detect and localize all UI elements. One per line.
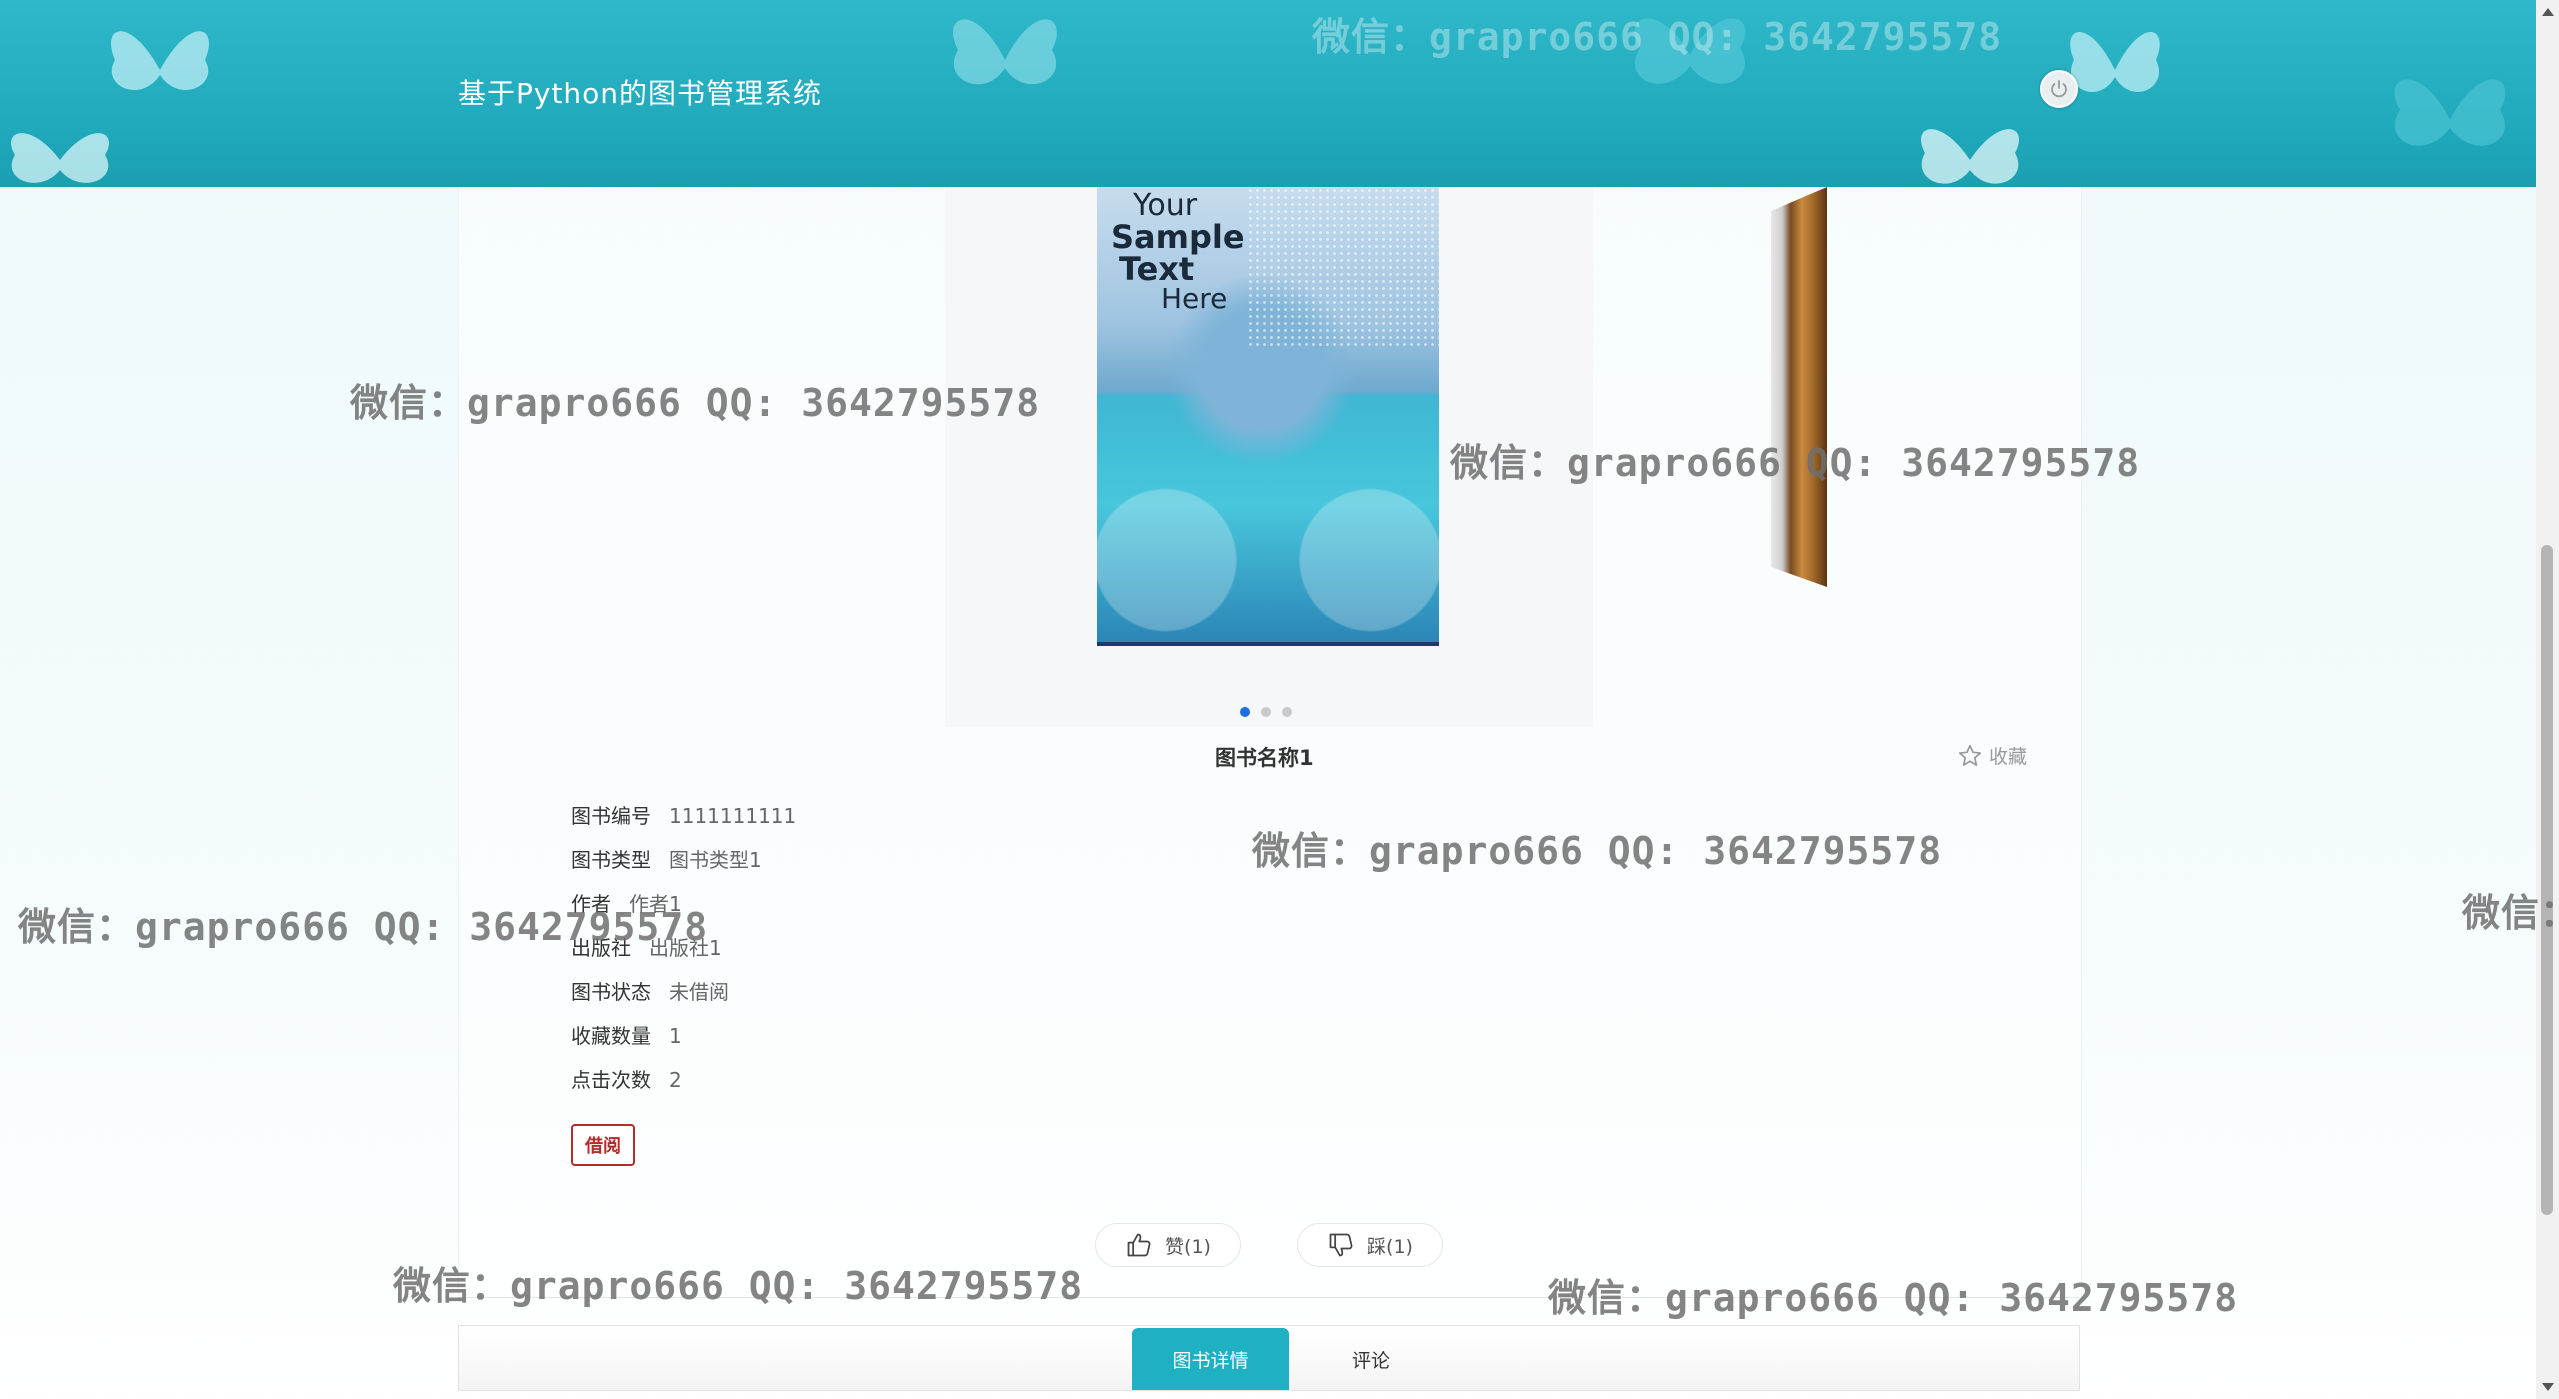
info-label: 图书类型 bbox=[571, 848, 651, 872]
cover-map-pattern bbox=[1247, 187, 1439, 347]
like-button[interactable]: 赞(1) bbox=[1095, 1223, 1241, 1267]
watermark: 微信：grapro666 QQ: 3642795578 bbox=[18, 905, 709, 949]
scroll-up-arrow[interactable] bbox=[2542, 8, 2554, 16]
thumbs-down-icon bbox=[1329, 1233, 1353, 1257]
like-label: 赞(1) bbox=[1165, 1235, 1211, 1258]
info-value: 图书类型1 bbox=[669, 848, 762, 872]
info-row: 图书类型 图书类型1 bbox=[571, 844, 762, 873]
info-value: 1 bbox=[669, 1024, 682, 1048]
favorite-label: 收藏 bbox=[1989, 746, 2028, 768]
cover-text-line: Here bbox=[1161, 282, 1228, 315]
info-row: 点击次数 2 bbox=[571, 1064, 682, 1093]
borrow-button[interactable]: 借阅 bbox=[571, 1124, 635, 1166]
info-row: 图书编号 1111111111 bbox=[571, 800, 796, 829]
carousel-dot[interactable] bbox=[1261, 707, 1271, 717]
cover-text-line: Sample bbox=[1111, 218, 1245, 256]
power-icon bbox=[2051, 80, 2067, 98]
info-value: 2 bbox=[669, 1068, 682, 1092]
book-cover-image[interactable]: Your Sample Text Here bbox=[1097, 187, 1439, 646]
watermark: 微信：grapro666 QQ: 3642795578 bbox=[1312, 15, 2003, 59]
info-label: 图书状态 bbox=[571, 980, 651, 1004]
info-label: 点击次数 bbox=[571, 1068, 651, 1092]
butterfly-decoration-icon bbox=[111, 31, 209, 91]
page-scrollbar[interactable] bbox=[2536, 0, 2559, 1399]
watermark: 微信：grapro666 QQ: 3642795578 bbox=[1450, 441, 2141, 485]
tab-comments[interactable]: 评论 bbox=[1321, 1328, 1421, 1390]
next-slide-preview[interactable] bbox=[1771, 187, 1827, 587]
scroll-thumb[interactable] bbox=[2541, 545, 2553, 1215]
butterfly-decoration-icon bbox=[1921, 129, 2019, 184]
watermark: 微信：grapro666 QQ: 3642795578 bbox=[1252, 829, 1943, 873]
dislike-label: 踩(1) bbox=[1367, 1235, 1413, 1258]
watermark: 微信：grapro666 QQ: 3642795578 bbox=[393, 1264, 1084, 1308]
cover-text-line: Your bbox=[1133, 188, 1198, 223]
cover-sample-text: Your Sample Text Here bbox=[1111, 191, 1245, 313]
detail-tabs: 图书详情 评论 bbox=[458, 1325, 2080, 1391]
info-value: 1111111111 bbox=[669, 804, 797, 828]
cover-text-line: Text bbox=[1119, 250, 1195, 288]
scroll-down-arrow[interactable] bbox=[2542, 1383, 2554, 1391]
info-value: 未借阅 bbox=[669, 980, 729, 1004]
watermark: 微信：grapro666 QQ: 3642795578 bbox=[350, 381, 1041, 425]
butterfly-decoration-icon bbox=[11, 133, 109, 183]
butterfly-decoration-icon bbox=[2070, 31, 2160, 92]
thumbs-up-icon bbox=[1127, 1233, 1151, 1257]
carousel-dot[interactable] bbox=[1282, 707, 1292, 717]
carousel-indicators bbox=[1240, 702, 1303, 721]
info-row: 收藏数量 1 bbox=[571, 1020, 682, 1049]
info-label: 图书编号 bbox=[571, 804, 651, 828]
watermark: 微信：grapro666 QQ: 3642795578 bbox=[1548, 1276, 2239, 1320]
dislike-button[interactable]: 踩(1) bbox=[1297, 1223, 1443, 1267]
app-title: 基于Python的图书管理系统 bbox=[458, 77, 823, 110]
star-outline-icon bbox=[1958, 744, 1982, 766]
logout-button[interactable] bbox=[2040, 70, 2078, 108]
carousel-dot[interactable] bbox=[1240, 707, 1250, 717]
info-label: 收藏数量 bbox=[571, 1024, 651, 1048]
top-header: 基于Python的图书管理系统 bbox=[0, 0, 2536, 187]
favorite-button[interactable]: 收藏 bbox=[1957, 742, 2027, 769]
tab-book-details[interactable]: 图书详情 bbox=[1132, 1328, 1289, 1390]
watermark: 微信： bbox=[2462, 891, 2559, 935]
info-row: 图书状态 未借阅 bbox=[571, 976, 729, 1005]
book-title: 图书名称1 bbox=[1215, 746, 1314, 770]
butterfly-decoration-icon bbox=[2394, 79, 2506, 146]
butterfly-decoration-icon bbox=[953, 19, 1057, 85]
